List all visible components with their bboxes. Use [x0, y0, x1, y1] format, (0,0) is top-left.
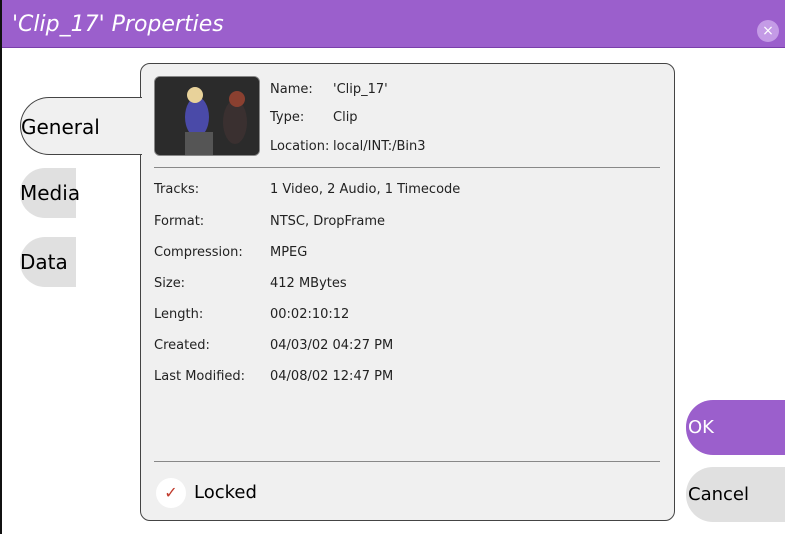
tab-media-label: Media [20, 181, 81, 205]
ok-button[interactable]: OK [686, 400, 785, 455]
tracks-value: 1 Video, 2 Audio, 1 Timecode [270, 182, 461, 197]
created-label: Created: [154, 338, 210, 353]
size-value: 412 MBytes [270, 276, 347, 291]
location-label: Location: [270, 139, 330, 154]
locked-checkbox[interactable]: ✓ [156, 478, 186, 508]
locked-label: Locked [194, 482, 257, 503]
title-bar: 'Clip_17' Properties × [2, 0, 785, 48]
format-value: NTSC, DropFrame [270, 214, 386, 229]
tab-general[interactable]: General [20, 97, 142, 155]
tab-general-label: General [21, 115, 100, 139]
close-icon[interactable]: × [757, 20, 779, 42]
check-icon: ✓ [164, 483, 178, 502]
modified-value: 04/08/02 12:47 PM [270, 369, 394, 384]
tab-data[interactable]: Data [20, 237, 76, 287]
location-value: local/INT:/Bin3 [333, 139, 426, 154]
clip-thumbnail [154, 76, 260, 156]
tracks-label: Tracks: [154, 182, 200, 197]
length-label: Length: [154, 307, 204, 322]
format-label: Format: [154, 214, 205, 229]
created-value: 04/03/02 04:27 PM [270, 338, 394, 353]
cancel-button[interactable]: Cancel [686, 467, 785, 522]
compression-value: MPEG [270, 245, 308, 260]
thumbnail-image [155, 77, 259, 155]
size-label: Size: [154, 276, 186, 291]
type-value: Clip [333, 110, 358, 125]
divider-top [154, 167, 660, 168]
length-value: 00:02:10:12 [270, 307, 350, 322]
type-label: Type: [270, 110, 305, 125]
tab-media[interactable]: Media [20, 168, 80, 218]
divider-bottom [154, 461, 660, 462]
name-value: 'Clip_17' [333, 82, 388, 97]
tab-data-label: Data [20, 250, 68, 274]
dialog-title: 'Clip_17' Properties [12, 12, 224, 37]
compression-label: Compression: [154, 245, 243, 260]
name-label: Name: [270, 82, 313, 97]
modified-label: Last Modified: [154, 369, 246, 384]
properties-dialog: 'Clip_17' Properties × General Media Dat… [0, 0, 785, 534]
